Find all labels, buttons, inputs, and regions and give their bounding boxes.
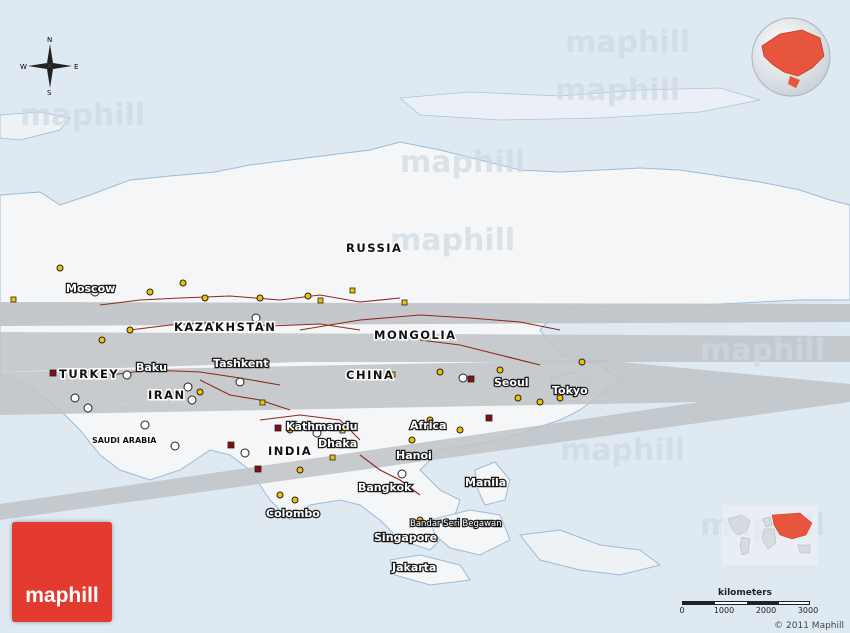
label-kazakhstan: KAZAKHSTAN	[174, 320, 276, 334]
label-russia: RUSSIA	[346, 241, 402, 255]
watermark-text: maphill	[555, 73, 680, 108]
label-saudi-arabia: SAUDI ARABIA	[92, 436, 157, 445]
scale-tick: 0	[679, 606, 685, 615]
watermark-text: maphill	[390, 223, 515, 258]
globe-locator	[750, 16, 832, 98]
map-view[interactable]: maphill maphill maphill maphill maphill …	[0, 0, 850, 633]
watermark-text: maphill	[700, 333, 825, 368]
label-singapore: Singapore	[374, 531, 437, 544]
label-turkey: TURKEY	[59, 367, 119, 381]
label-jakarta: Jakarta	[391, 561, 436, 574]
label-bandar-seri-begawan: Bandar Seri Begawan	[410, 519, 502, 529]
scale-tick: 3000	[797, 606, 819, 615]
label-india: INDIA	[268, 444, 312, 458]
label-kathmandu: Kathmandu	[286, 420, 357, 433]
label-mongolia: MONGOLIA	[374, 328, 457, 342]
compass-w: W	[20, 63, 27, 71]
label-baku: Baku	[136, 361, 167, 374]
label-africa: Africa	[410, 419, 446, 432]
compass-s: S	[47, 89, 52, 96]
watermark-text: maphill	[560, 433, 685, 468]
label-seoul: Seoul	[494, 376, 529, 389]
watermark-text: maphill	[400, 145, 525, 180]
scale-bar-graphic	[682, 601, 810, 605]
maphill-logo[interactable]: maphill	[12, 522, 112, 622]
band-1	[0, 302, 850, 326]
compass-n: N	[47, 36, 52, 44]
logo-text: maphill	[25, 584, 99, 607]
world-map-icon	[722, 505, 818, 565]
label-manila: Manila	[465, 476, 506, 489]
label-moscow: Moscow	[66, 282, 115, 295]
scale-bar: kilometers 0 1000 2000 3000	[678, 588, 819, 615]
scale-tick: 1000	[713, 606, 735, 615]
watermark-text: maphill	[20, 98, 145, 133]
label-dhaka: Dhaka	[318, 437, 357, 450]
compass-icon: N S W E	[20, 36, 78, 97]
scale-tick: 2000	[755, 606, 777, 615]
label-china: CHINA	[346, 368, 394, 382]
label-tokyo: Tokyo	[552, 384, 588, 397]
scale-unit: kilometers	[718, 588, 773, 598]
compass-e: E	[74, 63, 78, 71]
watermark-text: maphill	[565, 25, 690, 60]
label-iran: IRAN	[148, 388, 186, 402]
globe-icon	[751, 17, 831, 97]
copyright-text: © 2011 Maphill	[774, 621, 844, 631]
label-colombo: Colombo	[266, 507, 320, 520]
label-tashkent: Tashkent	[213, 357, 268, 370]
label-hanoi: Hanoi	[396, 449, 432, 462]
world-inset-map	[722, 505, 818, 565]
label-bangkok: Bangkok	[358, 481, 412, 494]
compass-rose: N S W E	[20, 36, 80, 97]
